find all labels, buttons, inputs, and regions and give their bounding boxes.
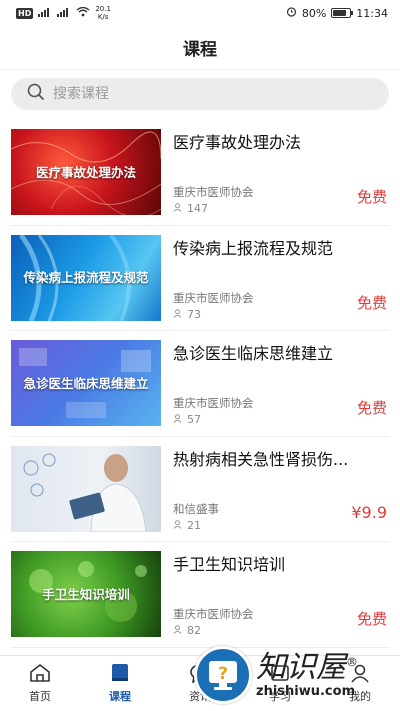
svg-text:?: ? [218,664,228,684]
home-icon [29,663,51,686]
course-item[interactable]: 手卫生知识培训 手卫生知识培训 重庆市医师协会 82 免费 [11,542,389,648]
signal-icon-2 [57,7,71,20]
course-title[interactable]: 医疗事故处理办法 [173,129,389,153]
search-icon [27,83,45,105]
hd-badge: HD [16,7,34,19]
battery-percent: 80% [301,6,327,20]
tab-label: 首页 [29,690,51,703]
course-organization: 重庆市医师协会 [173,396,254,410]
course-item[interactable]: 热射病相关急性肾损伤... 和信盛事 21 ¥9.9 [11,437,389,542]
view-count: 21 [187,518,201,532]
watermark-domain: zhishiwu.com [256,683,356,699]
course-title[interactable]: 手卫生知识培训 [173,551,389,575]
tab-courses[interactable]: 课程 [80,656,160,711]
course-organization: 和信盛事 [173,501,219,516]
user-icon [173,202,182,215]
view-count: 73 [187,307,201,321]
monitor-question-icon: ? [194,646,252,704]
thumbnail-caption: 医疗事故处理办法 [35,164,136,180]
battery-icon [331,8,354,18]
page-title: 课程 [183,40,217,60]
signal-icon [38,7,52,20]
user-icon [173,308,182,321]
course-organization: 重庆市医师协会 [173,290,254,305]
thumbnail-caption: 传染病上报流程及规范 [23,270,149,285]
search-input[interactable] [53,86,353,102]
user-icon [173,624,182,637]
course-item[interactable]: 急诊医生临床思维建立 急诊医生临床思维建立 重庆市医师协会 57 免费 [11,331,389,437]
clock: 11:34 [356,6,388,20]
page-header: 课程 [0,26,400,70]
course-organization: 重庆市医师协会 [173,607,254,621]
course-organization: 重庆市医师协会 [173,185,254,199]
course-price: 免费 [356,610,387,628]
view-count: 147 [187,202,208,215]
course-views: 21 [173,519,201,532]
course-price: 免费 [356,399,387,417]
course-views: 82 [173,624,201,637]
course-thumbnail[interactable]: 传染病上报流程及规范 [11,234,161,321]
course-list: 医疗事故处理办法 医疗事故处理办法 重庆市医师协会 147 免费 传染病上报流程… [0,120,400,648]
course-item[interactable]: 医疗事故处理办法 医疗事故处理办法 重庆市医师协会 147 免费 [11,120,389,226]
watermark-brand: 知识屋® [256,649,358,685]
course-thumbnail[interactable]: 急诊医生临床思维建立 [11,340,161,426]
alarm-icon [286,6,297,20]
view-count: 57 [187,413,201,426]
tab-label: 课程 [109,690,131,703]
book-icon [109,663,131,686]
search-bar[interactable] [11,78,389,110]
course-views: 73 [173,308,201,321]
course-price: ¥9.9 [351,502,387,522]
course-thumbnail[interactable] [11,445,161,532]
course-price: 免费 [356,188,387,206]
course-title[interactable]: 热射病相关急性肾损伤... [173,446,389,470]
course-title[interactable]: 传染病上报流程及规范 [173,235,389,259]
thumbnail-caption: 急诊医生临床思维建立 [23,375,149,391]
course-title[interactable]: 急诊医生临床思维建立 [173,340,389,364]
course-thumbnail[interactable]: 医疗事故处理办法 [11,129,161,215]
tab-home[interactable]: 首页 [0,656,80,711]
wifi-icon [76,6,90,20]
user-icon [173,519,182,532]
course-views: 147 [173,202,208,215]
watermark: ? 知识屋® zhishiwu.com [194,642,394,708]
net-speed: 20.1 K/s [95,5,111,21]
status-bar: HD 20.1 K/s 80% 11:34 [0,0,400,26]
course-thumbnail[interactable]: 手卫生知识培训 [11,551,161,637]
course-item[interactable]: 传染病上报流程及规范 传染病上报流程及规范 重庆市医师协会 73 免费 [11,226,389,331]
thumbnail-caption: 手卫生知识培训 [42,586,130,602]
view-count: 82 [187,624,201,637]
course-price: 免费 [356,293,387,312]
course-views: 57 [173,413,201,426]
user-icon [173,413,182,426]
